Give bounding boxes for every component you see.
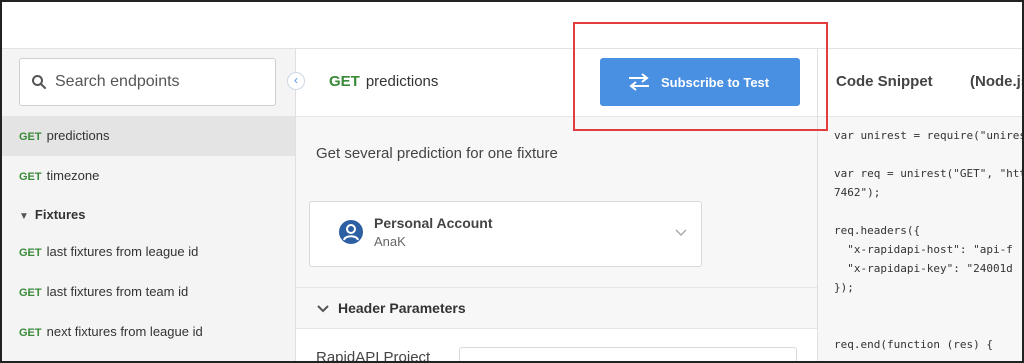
- header-parameters-toggle[interactable]: Header Parameters: [296, 287, 818, 329]
- section-label: Fixtures: [34, 207, 86, 222]
- sidebar-item-label: next fixtures from league id: [46, 324, 203, 339]
- chevron-down-icon: [317, 305, 329, 313]
- search-icon: [32, 75, 46, 89]
- sidebar-item-label: last fixtures from league id: [46, 244, 199, 259]
- method-badge: GET: [19, 131, 42, 143]
- code-line: var unirest = require("unires: [834, 129, 1023, 142]
- app-window: Search endpoints GET predictions GET timez…: [0, 0, 1024, 363]
- sidebar-section-fixtures[interactable]: ▼ Fixtures: [2, 198, 295, 232]
- code-line: req.headers({: [834, 224, 921, 237]
- code-snippet-panel: Code Snippet (Node.js var unirest = requ…: [817, 48, 1023, 361]
- annotation-highlight-box: [573, 22, 828, 131]
- method-badge: GET: [19, 171, 42, 183]
- search-input[interactable]: Search endpoints: [19, 58, 276, 106]
- tab-code-snippet[interactable]: Code Snippet: [836, 73, 933, 90]
- rapidapi-project-select[interactable]: [459, 347, 797, 361]
- account-select[interactable]: Personal Account AnaK: [309, 201, 702, 267]
- rapidapi-project-label: RapidAPI Project: [316, 349, 431, 363]
- language-select[interactable]: (Node.js: [970, 73, 1022, 90]
- sidebar-item-last-fixtures-team[interactable]: GET last fixtures from team id: [2, 272, 295, 312]
- top-bar: [2, 2, 1022, 48]
- sidebar-item-timezone[interactable]: GET timezone: [2, 156, 295, 196]
- code-line: });: [834, 281, 854, 294]
- method-badge: GET: [19, 327, 42, 339]
- account-name: AnaK: [374, 234, 406, 249]
- sidebar-item-next-fixtures-league[interactable]: GET next fixtures from league id: [2, 312, 295, 352]
- chevron-left-icon: ‹: [294, 73, 298, 87]
- chevron-down-icon: [675, 229, 687, 237]
- search-placeholder: Search endpoints: [55, 73, 180, 90]
- account-label: Personal Account: [374, 215, 493, 231]
- method-badge: GET: [19, 247, 42, 259]
- code-line: var req = unirest("GET", "htt: [834, 167, 1023, 180]
- code-panel-header: Code Snippet (Node.js: [818, 49, 1022, 117]
- code-line: 7462");: [834, 186, 881, 199]
- endpoint-body: Get several prediction for one fixture P…: [296, 117, 818, 287]
- endpoint-name: predictions: [365, 73, 439, 90]
- endpoint-title: GET predictions: [329, 73, 438, 90]
- sidebar-item-predictions[interactable]: GET predictions: [2, 116, 295, 156]
- caret-down-icon: ▼: [19, 211, 29, 222]
- endpoint-description: Get several prediction for one fixture: [316, 145, 558, 162]
- sidebar-item-label: last fixtures from team id: [46, 284, 189, 299]
- code-line: req.end(function (res) {: [834, 338, 993, 351]
- sidebar-item-label: timezone: [46, 168, 100, 183]
- sidebar-item-last-fixtures-league[interactable]: GET last fixtures from league id: [2, 232, 295, 272]
- method-badge: GET: [19, 287, 42, 299]
- header-parameters-label: Header Parameters: [338, 300, 466, 316]
- code-block: var unirest = require("unires var req = u…: [818, 117, 1023, 361]
- user-icon: [339, 220, 363, 244]
- sidebar: Search endpoints GET predictions GET timez…: [2, 48, 295, 361]
- collapse-sidebar-button[interactable]: ‹: [287, 72, 305, 90]
- sidebar-item-label: predictions: [46, 128, 110, 143]
- code-line: "x-rapidapi-host": "api-f: [834, 243, 1013, 256]
- method-badge: GET: [329, 73, 360, 90]
- code-line: "x-rapidapi-key": "24001d: [834, 262, 1013, 275]
